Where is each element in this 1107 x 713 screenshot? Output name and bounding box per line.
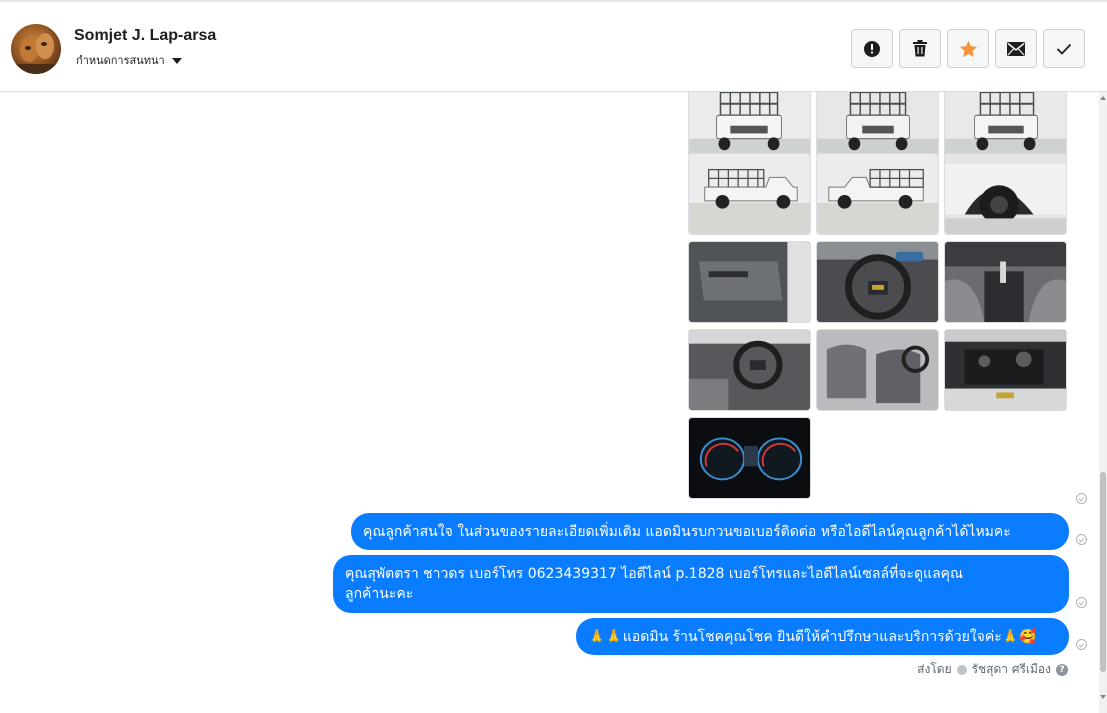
photo-gear-console[interactable] xyxy=(944,241,1067,323)
thread-scrollbar[interactable] xyxy=(1099,92,1107,713)
report-spam-button[interactable] xyxy=(851,29,893,68)
photo-engine-bay[interactable] xyxy=(944,329,1067,411)
message-text: 🙏🙏แอดมิน ร้านโชคคุณโชค ยินดีให้คำปรึกษาแ… xyxy=(588,628,1037,645)
photo-steering-wheel[interactable] xyxy=(816,241,939,323)
message-bubble-3[interactable]: 🙏🙏แอดมิน ร้านโชคคุณโชค ยินดีให้คำปรึกษาแ… xyxy=(576,618,1069,655)
assign-conversation-dropdown[interactable]: กำหนดการสนทนา xyxy=(76,51,182,69)
message-bubble-2[interactable]: คุณสุพัตตรา ชาวดร เบอร์โทร 0623439317 ไอ… xyxy=(333,555,1069,613)
photo-pickup-side-cage-2[interactable] xyxy=(816,153,939,235)
read-receipt-icon xyxy=(1076,534,1087,545)
message-thread: คุณลูกค้าสนใจ ในส่วนของรายละเอียดเพิ่มเต… xyxy=(0,92,1100,713)
photo-pickup-side-cage-1[interactable] xyxy=(688,153,811,235)
conversation-actions xyxy=(851,29,1085,68)
scroll-up-arrow-icon[interactable] xyxy=(1100,96,1106,100)
agent-avatar-icon xyxy=(956,664,967,675)
photo-door-interior[interactable] xyxy=(688,241,811,323)
sent-by-name[interactable]: รัชสุดา ศรีเมือง xyxy=(972,660,1051,679)
assign-conversation-label: กำหนดการสนทนา xyxy=(76,54,165,67)
photo-rear-wheel[interactable] xyxy=(944,153,1067,235)
read-receipt-icon xyxy=(1076,639,1087,650)
message-bubble-1[interactable]: คุณลูกค้าสนใจ ในส่วนของรายละเอียดเพิ่มเต… xyxy=(351,513,1069,550)
delete-button[interactable] xyxy=(899,29,941,68)
star-button[interactable] xyxy=(947,29,989,68)
scroll-down-arrow-icon[interactable] xyxy=(1100,695,1106,699)
star-icon xyxy=(959,40,977,57)
sent-by-label: ส่งโดย xyxy=(917,662,952,676)
message-text: คุณลูกค้าสนใจ ในส่วนของรายละเอียดเพิ่มเต… xyxy=(363,523,1011,540)
scrollbar-thumb[interactable] xyxy=(1100,472,1106,672)
envelope-icon xyxy=(1007,41,1025,56)
help-icon[interactable]: ? xyxy=(1056,663,1068,676)
mark-unread-button[interactable] xyxy=(995,29,1037,68)
message-text-line-2: ลูกค้านะคะ xyxy=(345,586,414,602)
photo-gauge-cluster[interactable] xyxy=(688,417,811,499)
avatar[interactable] xyxy=(11,24,61,74)
check-icon xyxy=(1056,43,1072,55)
trash-icon xyxy=(913,40,927,57)
photo-dashboard[interactable] xyxy=(688,329,811,411)
read-receipt-icon xyxy=(1076,597,1087,608)
conversation-header: Somjet J. Lap-arsa กำหนดการสนทนา xyxy=(0,0,1107,92)
exclamation-circle-icon xyxy=(864,40,880,57)
message-text-line-1: คุณสุพัตตรา ชาวดร เบอร์โทร 0623439317 ไอ… xyxy=(345,566,964,582)
contact-name[interactable]: Somjet J. Lap-arsa xyxy=(74,27,216,45)
photo-seats[interactable] xyxy=(816,329,939,411)
mark-done-button[interactable] xyxy=(1043,29,1085,68)
caret-down-icon xyxy=(171,57,182,64)
sent-by-line: ส่งโดย รัชสุดา ศรีเมือง ? xyxy=(917,660,1068,679)
read-receipt-icon xyxy=(1076,493,1087,504)
